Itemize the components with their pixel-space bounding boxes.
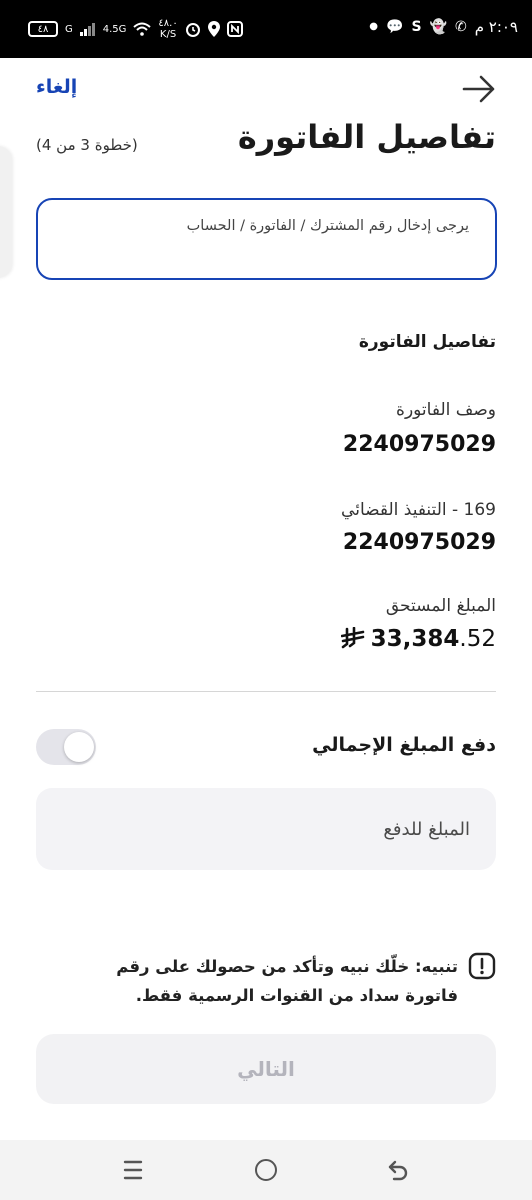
biller-label: 169 - التنفيذ القضائي bbox=[341, 500, 496, 520]
warning-text: تنبيه: خلّك نبيه وتأكد من حصولك على رقم … bbox=[116, 957, 458, 1005]
edge-panel-handle[interactable] bbox=[0, 146, 12, 278]
toggle-knob bbox=[64, 732, 94, 762]
signal-icon bbox=[79, 23, 95, 36]
status-bar: ٤٨ G 4.5G ٤٨.٠ K/S ٢:٠٩ م ✆ 👻 S 💬 ● bbox=[0, 0, 532, 58]
speed-indicator: ٤٨.٠ K/S bbox=[158, 18, 177, 40]
breadcrumb-text: يرجى إدخال رقم المشترك / الفاتورة / الحس… bbox=[186, 218, 469, 234]
nfc-icon bbox=[226, 21, 243, 37]
status-bar-left: ٤٨ G 4.5G ٤٨.٠ K/S bbox=[28, 18, 243, 40]
home-icon[interactable] bbox=[255, 1159, 277, 1181]
breadcrumb[interactable]: يرجى إدخال رقم المشترك / الفاتورة / الحس… bbox=[36, 198, 497, 280]
amount-due-integer: 33,384 bbox=[370, 626, 460, 652]
page-title: تفاصيل الفاتورة bbox=[237, 118, 496, 156]
battery-icon: ٤٨ bbox=[28, 21, 58, 37]
speed-value: ٤٨.٠ bbox=[158, 18, 178, 29]
exclamation-icon bbox=[468, 952, 496, 980]
status-time: ٢:٠٩ م bbox=[474, 18, 518, 36]
next-button[interactable]: التالي bbox=[36, 1034, 496, 1104]
amount-due-value: 33,384.52 bbox=[340, 624, 496, 652]
alarm-icon bbox=[185, 23, 200, 37]
back-arrow-icon[interactable] bbox=[462, 74, 496, 104]
amount-to-pay-input[interactable] bbox=[36, 788, 496, 870]
location-icon bbox=[207, 21, 220, 37]
s-app-icon: S bbox=[411, 19, 422, 35]
speed-unit: K/S bbox=[159, 29, 177, 40]
network-g: G bbox=[65, 23, 73, 35]
network-type: 4.5G bbox=[102, 23, 127, 35]
pay-full-amount-label: دفع المبلغ الإجمالي bbox=[312, 734, 496, 756]
whatsapp-icon: ✆ bbox=[454, 19, 467, 35]
invoice-description-label: وصف الفاتورة bbox=[396, 400, 496, 420]
amount-due-label: المبلغ المستحق bbox=[385, 596, 496, 616]
amount-due-fraction: .52 bbox=[459, 626, 496, 652]
back-icon[interactable] bbox=[386, 1158, 410, 1182]
snapchat-icon: 👻 bbox=[429, 19, 447, 35]
warning-notice: تنبيه: خلّك نبيه وتأكد من حصولك على رقم … bbox=[66, 952, 496, 1010]
saudi-riyal-icon bbox=[340, 627, 364, 649]
section-title: تفاصيل الفاتورة bbox=[358, 332, 496, 352]
biller-value: 2240975029 bbox=[342, 530, 496, 555]
step-indicator: (خطوة 3 من 4) bbox=[36, 136, 138, 154]
dot-icon: ● bbox=[369, 21, 378, 32]
wifi-icon bbox=[133, 22, 152, 36]
status-bar-right: ٢:٠٩ م ✆ 👻 S 💬 ● bbox=[369, 18, 518, 36]
invoice-description-value: 2240975029 bbox=[342, 432, 496, 457]
pay-full-amount-toggle[interactable] bbox=[36, 729, 96, 765]
chat-icon: 💬 bbox=[386, 19, 404, 35]
recent-apps-icon[interactable] bbox=[122, 1158, 144, 1182]
system-nav-bar bbox=[0, 1140, 532, 1200]
cancel-button[interactable]: إلغاء bbox=[36, 76, 77, 98]
battery-level: ٤٨ bbox=[37, 23, 49, 35]
divider bbox=[36, 691, 496, 692]
